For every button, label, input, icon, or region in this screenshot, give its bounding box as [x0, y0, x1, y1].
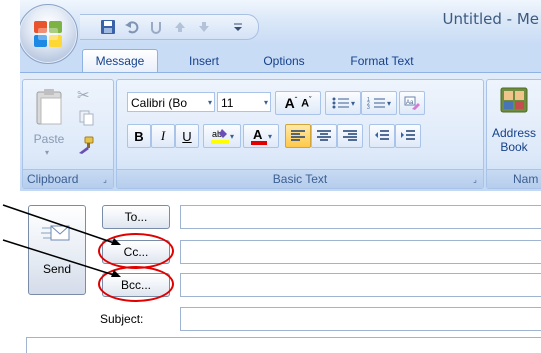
annotation-arrows	[2, 204, 121, 277]
